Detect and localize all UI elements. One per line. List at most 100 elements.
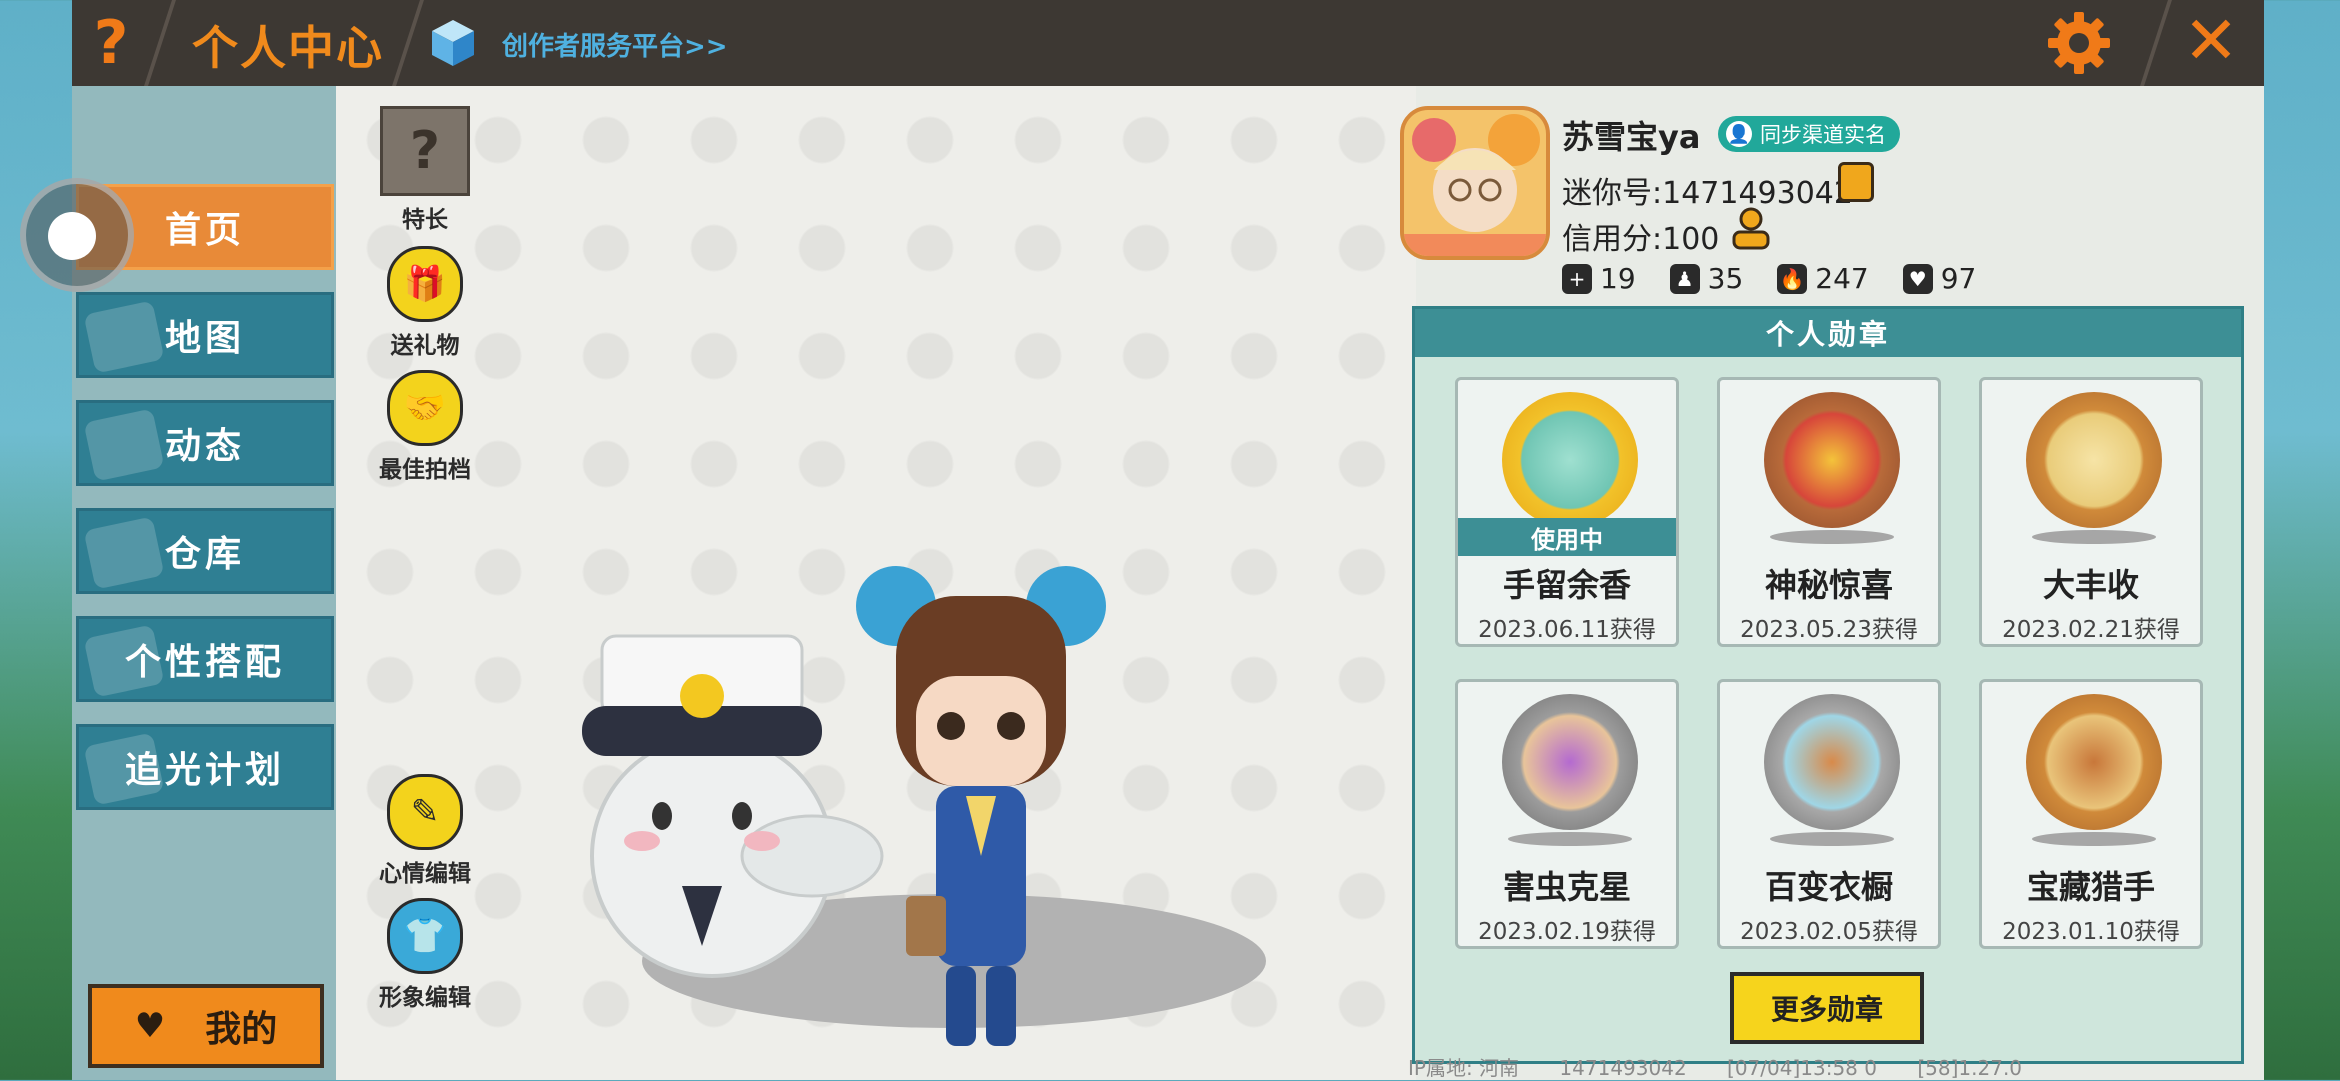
fans-icon: ♟ (1669, 263, 1700, 294)
footer-time: [07/04]13:58 0 (1727, 1056, 1877, 1080)
sidebar-item-label: 仓库 (164, 534, 245, 575)
credit-score: 信用分:100 (1562, 222, 1720, 257)
harvest-medal-icon (2026, 392, 2162, 528)
toggle-knob[interactable] (48, 212, 96, 260)
gift-medal-icon (1764, 392, 1900, 528)
medal-date: 2023.01.10获得 (2002, 919, 2180, 945)
edit-icon: ✎ (387, 774, 463, 850)
medal-card[interactable]: 宝藏猎手 2023.01.10获得 (1979, 679, 2203, 949)
sidebar-item-light-plan[interactable]: 追光计划 (76, 724, 334, 810)
popularity-count: 247 (1815, 262, 1869, 295)
floating-toggle[interactable] (20, 178, 134, 292)
hearts-count: 97 (1940, 262, 1977, 295)
avatar[interactable] (1400, 106, 1550, 260)
fans-count: 35 (1707, 262, 1744, 295)
best-partner-button[interactable]: 🤝 最佳拍档 (370, 370, 480, 484)
sidebar-item-warehouse[interactable]: 仓库 (76, 508, 334, 594)
medal-date: 2023.06.11获得 (1478, 617, 1656, 643)
medal-date: 2023.02.05获得 (1740, 919, 1918, 945)
medal-card[interactable]: 害虫克星 2023.02.19获得 (1455, 679, 1679, 949)
question-block-icon: ? (380, 106, 470, 196)
medal-date: 2023.02.21获得 (2002, 617, 2180, 643)
flame-icon: 🔥 (1777, 263, 1808, 294)
water-drop-medal-icon (1502, 392, 1638, 528)
bookmark-plus-icon: + (1562, 263, 1592, 294)
sidebar-item-label: 首页 (164, 210, 245, 251)
medal-plate (2032, 832, 2156, 846)
medal-name: 大丰收 (2042, 566, 2139, 604)
heart-icon: ♥ (1902, 263, 1933, 294)
shirt-icon: 👕 (387, 898, 463, 974)
medal-plate (1770, 530, 1894, 544)
star-icon (83, 732, 165, 806)
close-x-icon: ✕ (2183, 2, 2239, 79)
divider (392, 0, 424, 86)
popularity-stat: 🔥 247 (1777, 262, 1869, 295)
bell-icon (83, 408, 165, 482)
sync-realname-button[interactable]: 👤 同步渠道实名 (1718, 116, 1900, 152)
character-stage: ? 特长 🎁 送礼物 🤝 最佳拍档 ✎ 心情编辑 👕 形象编辑 (336, 86, 1416, 1080)
top-bar: ? 个人中心 创作者服务平台>> ✕ (72, 0, 2264, 86)
sidebar-item-outfit[interactable]: 个性搭配 (76, 616, 334, 702)
heart-icon: ♥ (134, 1006, 166, 1046)
sidebar-item-map[interactable]: 地图 (76, 292, 334, 378)
medal-card[interactable]: 神秘惊喜 2023.05.23获得 (1717, 377, 1941, 647)
credit-user-icon[interactable] (1730, 206, 1772, 250)
close-button[interactable]: ✕ (2176, 6, 2246, 76)
bug-medal-icon (1502, 694, 1638, 830)
house-icon (83, 516, 165, 590)
map-icon (83, 300, 165, 374)
help-button[interactable]: ? (72, 0, 150, 86)
seal-pet[interactable] (562, 556, 884, 996)
hearts-stat: ♥ 97 (1902, 262, 1977, 295)
medal-date: 2023.02.19获得 (1478, 919, 1656, 945)
divider (2140, 0, 2172, 86)
mini-id: 迷你号:1471493042 (1562, 176, 1853, 211)
handshake-icon: 🤝 (387, 370, 463, 446)
send-gift-label: 送礼物 (390, 333, 460, 359)
medal-card[interactable]: 大丰收 2023.02.21获得 (1979, 377, 2203, 647)
gear-icon[interactable] (2046, 10, 2112, 76)
send-gift-button[interactable]: 🎁 送礼物 (370, 246, 480, 360)
specialty-label: 特长 (402, 207, 448, 233)
sidebar-item-label: 地图 (164, 318, 245, 359)
sidebar-item-label: 动态 (164, 426, 245, 467)
footer-id: 1471493042 (1559, 1056, 1687, 1080)
gift-icon: 🎁 (387, 246, 463, 322)
page-title: 个人中心 (192, 21, 384, 75)
more-medals-button[interactable]: 更多勋章 (1730, 972, 1924, 1044)
outfit-icon (83, 624, 165, 698)
mine-button[interactable]: ♥ 我的 (88, 984, 324, 1068)
mood-edit-label: 心情编辑 (379, 861, 471, 887)
creator-platform-link[interactable]: 创作者服务平台>> (502, 26, 728, 63)
status-footer: IP属地: 河南 1471493042 [07/04]13:58 0 [58]1… (1408, 1052, 2056, 1081)
question-mark-icon: ? (93, 8, 129, 78)
medal-card[interactable]: 使用中 手留余香 2023.06.11获得 (1455, 377, 1679, 647)
copy-icon[interactable] (1838, 162, 1874, 202)
medal-card[interactable]: 百变衣橱 2023.02.05获得 (1717, 679, 1941, 949)
player-character[interactable] (846, 556, 1126, 1076)
medal-plate (1508, 832, 1632, 846)
medal-name: 宝藏猎手 (2026, 868, 2155, 906)
treasure-medal-icon (2026, 694, 2162, 830)
username: 苏雪宝ya (1562, 118, 1701, 156)
avatar-edit-label: 形象编辑 (379, 985, 471, 1011)
medal-plate (2032, 530, 2156, 544)
medal-name: 神秘惊喜 (1764, 566, 1893, 604)
medal-name: 害虫克星 (1502, 868, 1631, 906)
fans-stat: ♟ 35 (1669, 262, 1744, 295)
likes-count: 19 (1600, 262, 1636, 295)
likes-stat: +19 (1562, 262, 1636, 295)
sync-label: 同步渠道实名 (1760, 123, 1886, 147)
medal-panel-title: 个人勋章 (1415, 309, 2241, 357)
mood-edit-button[interactable]: ✎ 心情编辑 (370, 774, 480, 888)
avatar-edit-button[interactable]: 👕 形象编辑 (370, 898, 480, 1012)
mine-label: 我的 (205, 1009, 278, 1050)
in-use-tag: 使用中 (1458, 518, 1676, 556)
footer-version: [58]1.27.0 (1917, 1056, 2023, 1080)
specialty-button[interactable]: ? 特长 (370, 106, 480, 234)
medal-date: 2023.05.23获得 (1740, 617, 1918, 643)
wardrobe-medal-icon (1764, 694, 1900, 830)
sidebar-item-feed[interactable]: 动态 (76, 400, 334, 486)
user-icon: 👤 (1726, 121, 1752, 147)
